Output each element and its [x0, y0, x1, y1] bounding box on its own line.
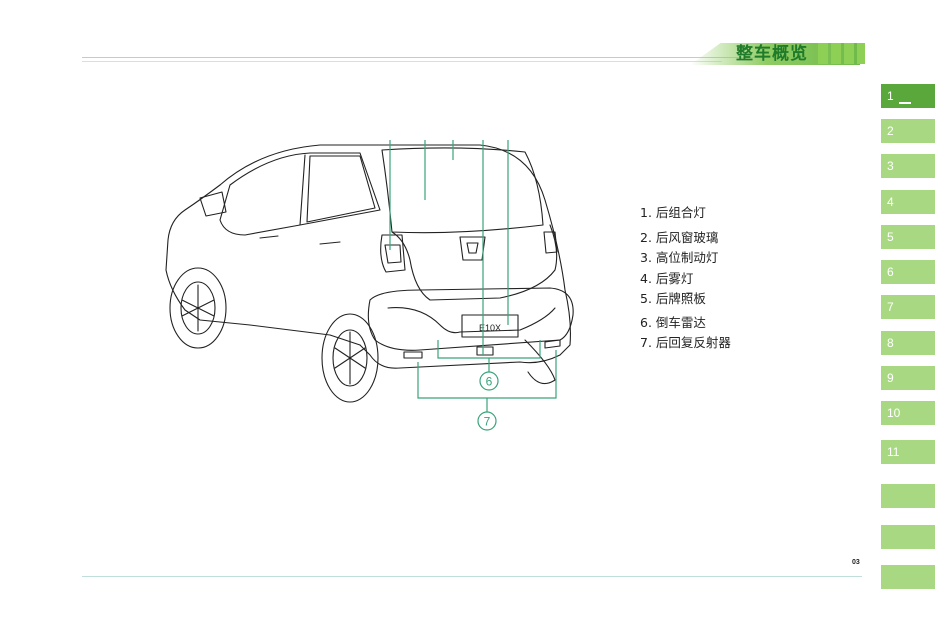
- chapter-tab-14[interactable]: [881, 565, 935, 589]
- callout-7: 7: [477, 411, 497, 431]
- header-rule-secondary: [82, 61, 722, 62]
- chapter-tab-1[interactable]: 1: [881, 84, 935, 108]
- chapter-tab-5[interactable]: 5: [881, 225, 935, 249]
- chapter-tab-13[interactable]: [881, 525, 935, 549]
- chapter-tab-9[interactable]: 9: [881, 366, 935, 390]
- svg-text:7: 7: [484, 415, 491, 429]
- page-title: 整车概览: [736, 44, 808, 64]
- legend-item-6: 6. 倒车雷达: [640, 315, 706, 330]
- chapter-tab-4[interactable]: 4: [881, 190, 935, 214]
- chapter-tab-8[interactable]: 8: [881, 331, 935, 355]
- legend-item-5: 5. 后牌照板: [640, 291, 706, 306]
- page-number: 03: [852, 559, 860, 566]
- chapter-tab-12[interactable]: [881, 484, 935, 508]
- legend-item-1: 1. 后组合灯: [640, 205, 706, 220]
- svg-text:6: 6: [486, 375, 493, 389]
- legend-item-3: 3. 高位制动灯: [640, 250, 719, 265]
- chapter-tab-11[interactable]: 11: [881, 440, 935, 464]
- footer-rule: [82, 576, 862, 577]
- chapter-tab-2[interactable]: 2: [881, 119, 935, 143]
- chapter-tab-10[interactable]: 10: [881, 401, 935, 425]
- chapter-tab-7[interactable]: 7: [881, 295, 935, 319]
- legend-item-2: 2. 后风窗玻璃: [640, 230, 719, 245]
- legend-item-4: 4. 后雾灯: [640, 271, 694, 286]
- chapter-tab-3[interactable]: 3: [881, 154, 935, 178]
- legend-item-7: 7. 后回复反射器: [640, 335, 731, 350]
- callout-6: 6: [479, 371, 499, 391]
- license-plate-text: E10X: [479, 323, 501, 333]
- car-rear-illustration: E10X 6 7: [165, 140, 574, 431]
- chapter-tab-6[interactable]: 6: [881, 260, 935, 284]
